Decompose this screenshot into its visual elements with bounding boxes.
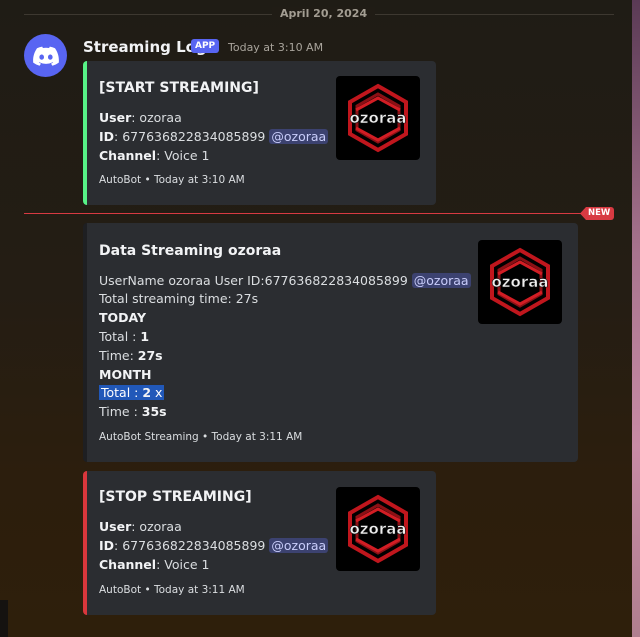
month-heading: MONTH [99,367,152,382]
embed-stop-streaming: [STOP STREAMING] User: ozoraa ID: 677636… [83,471,436,615]
user-label: User [99,519,132,534]
new-badge: NEW [580,207,615,220]
month-time-value: 35s [141,404,167,419]
month-total-line: Total : 2 x [99,385,165,400]
channel-value: : Voice 1 [156,148,210,163]
embed-start-streaming: [START STREAMING] User: ozoraa ID: 67763… [83,61,436,205]
ozoraa-logo-image: ozoraa [490,247,550,317]
embed-thumbnail[interactable]: ozoraa [336,76,420,160]
embed-channel-line: Channel: Voice 1 [99,557,209,572]
username[interactable]: Streaming Log [83,38,207,56]
user-mention[interactable]: @ozoraa [269,129,329,144]
today-time-line: Time: 27s [99,348,163,363]
embed-channel-line: Channel: Voice 1 [99,148,209,163]
embed-title: [START STREAMING] [99,80,259,96]
id-value: : 677636822834085899 [114,129,266,144]
today-time-value: 27s [137,348,163,363]
avatar[interactable] [24,34,67,77]
user-label: User [99,110,132,125]
channel-value: : Voice 1 [156,557,210,572]
id-value: : 677636822834085899 [114,538,266,553]
embed-userinfo-line: UserName ozoraa User ID:6776368228340858… [99,273,471,288]
new-messages-divider [24,213,610,214]
total-streaming-time: Total streaming time: 27s [99,291,259,306]
embed-thumbnail[interactable]: ozoraa [336,487,420,571]
user-mention[interactable]: @ozoraa [269,538,329,553]
window-edge [632,0,640,637]
discord-icon [32,46,59,66]
id-label: ID [99,129,115,144]
ozoraa-logo-image: ozoraa [348,494,408,564]
channel-label: Channel [99,148,157,163]
channel-label: Channel [99,557,157,572]
user-value: : ozoraa [131,519,182,534]
embed-user-line: User: ozoraa [99,110,182,125]
embed-title: Data Streaming ozoraa [99,243,282,259]
month-total-value: 2 [142,385,152,400]
today-total-line: Total : 1 [99,329,150,344]
embed-thumbnail[interactable]: ozoraa [478,240,562,324]
logo-text: ozoraa [350,109,407,127]
embed-title: [STOP STREAMING] [99,489,252,505]
user-mention[interactable]: @ozoraa [411,273,471,288]
logo-text: ozoraa [492,273,549,291]
user-value: : ozoraa [131,110,182,125]
sidebar-edge [0,600,8,637]
embed-footer: AutoBot • Today at 3:10 AM [99,174,245,186]
message-timestamp[interactable]: Today at 3:10 AM [228,41,323,54]
today-total-value: 1 [140,329,150,344]
logo-text: ozoraa [350,520,407,538]
app-badge: APP [191,39,220,53]
id-label: ID [99,538,115,553]
month-time-line: Time : 35s [99,404,167,419]
embed-data-streaming: Data Streaming ozoraa UserName ozoraa Us… [83,223,578,462]
today-heading: TODAY [99,310,147,325]
ozoraa-logo-image: ozoraa [348,83,408,153]
embed-user-line: User: ozoraa [99,519,182,534]
embed-id-line: ID: 677636822834085899 @ozoraa [99,538,329,553]
embed-footer: AutoBot • Today at 3:11 AM [99,584,245,596]
date-divider: April 20, 2024 [272,7,376,20]
embed-id-line: ID: 677636822834085899 @ozoraa [99,129,329,144]
userinfo-text: UserName ozoraa User ID:6776368228340858… [99,273,408,288]
embed-footer: AutoBot Streaming • Today at 3:11 AM [99,431,303,443]
selected-text-highlight: Total : 2 x [99,385,165,400]
